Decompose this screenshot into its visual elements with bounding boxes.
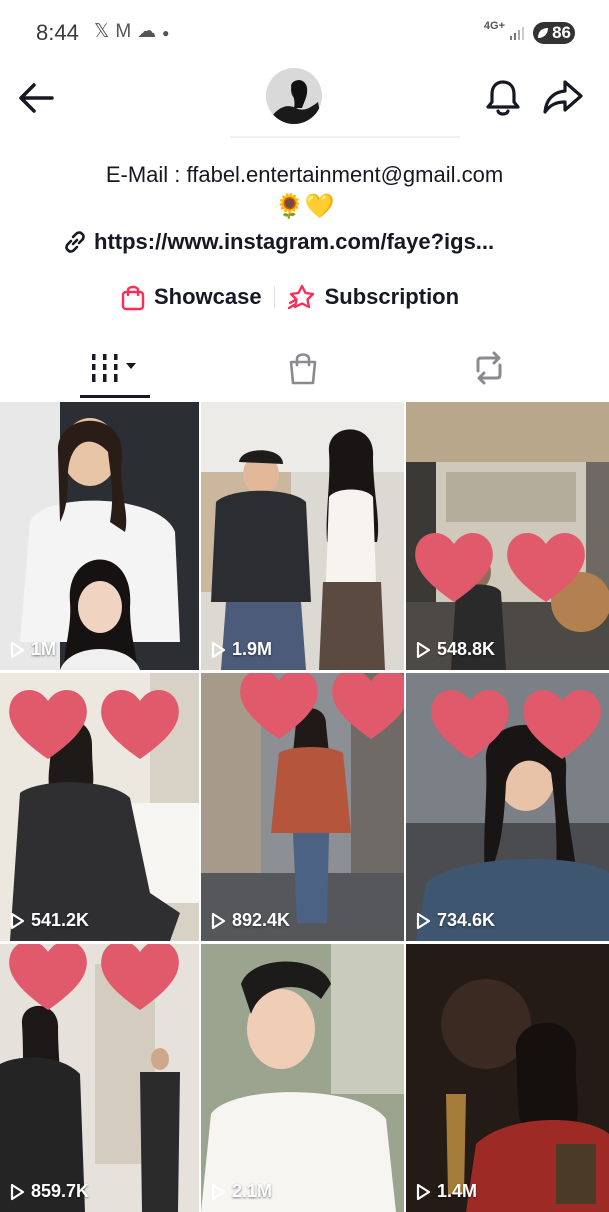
play-icon: [211, 912, 226, 929]
feature-divider: [273, 286, 275, 308]
play-icon: [416, 641, 431, 658]
bio-link[interactable]: https://www.instagram.com/faye?igs...: [62, 226, 494, 258]
network-type: 4G+: [483, 20, 505, 32]
tab-reposts[interactable]: [456, 338, 522, 398]
showcase-button[interactable]: Showcase: [120, 283, 262, 311]
notification-button[interactable]: [480, 74, 526, 120]
battery-level: 86: [552, 23, 571, 42]
view-count: 541.2K: [8, 910, 89, 931]
tab-videos[interactable]: [80, 338, 150, 398]
video-thumbnail[interactable]: 892.4K: [201, 673, 404, 941]
view-count-label: 892.4K: [232, 910, 291, 930]
video-thumbnail[interactable]: 1M: [0, 402, 199, 670]
play-icon: [10, 912, 25, 929]
heart-sticker: [9, 944, 179, 1010]
view-count: 859.7K: [8, 1181, 89, 1202]
view-count-label: 1M: [31, 639, 57, 659]
grid-bars-icon: [92, 354, 136, 382]
play-icon: [10, 641, 25, 658]
video-thumbnail[interactable]: 548.8K: [406, 402, 609, 670]
view-count: 1.9M: [209, 639, 272, 660]
thumbnail-image: [201, 944, 404, 1212]
play-icon: [211, 641, 226, 658]
profile-features: Showcase Subscription: [120, 280, 459, 314]
view-count-label: 548.8K: [437, 639, 496, 659]
shopping-bag-icon: [121, 285, 145, 311]
bio-email: E-Mail : ffabel.entertainment@gmail.com: [105, 162, 504, 187]
back-button[interactable]: [14, 76, 58, 120]
battery-indicator: 86: [533, 22, 575, 44]
shopping-bag-icon: [289, 353, 317, 385]
repost-icon: [476, 351, 502, 385]
play-icon: [211, 1183, 226, 1200]
play-icon: [10, 1183, 25, 1200]
view-count: 1.4M: [414, 1181, 477, 1202]
dot-icon: ●: [162, 26, 176, 40]
video-thumbnail[interactable]: 859.7K: [0, 944, 199, 1212]
heart-sticker: [431, 689, 601, 759]
video-thumbnail[interactable]: 1.9M: [201, 402, 404, 670]
subscription-button[interactable]: Subscription: [287, 283, 459, 311]
view-count-label: 1.4M: [437, 1181, 478, 1201]
profile-avatar[interactable]: [266, 68, 322, 124]
status-time: 8:44: [36, 20, 79, 45]
view-count: 734.6K: [414, 910, 495, 931]
view-count-label: 1.9M: [232, 639, 273, 659]
bell-icon: [486, 80, 520, 116]
play-icon: [416, 1183, 431, 1200]
view-count: 2.1M: [209, 1181, 272, 1202]
thumbnail-image: [0, 402, 199, 670]
active-tab-indicator: [80, 395, 150, 398]
x-logo-icon: 𝕏: [94, 21, 116, 42]
subscription-label: Subscription: [324, 284, 460, 309]
view-count: 1M: [8, 639, 56, 660]
caret-down-icon: [126, 363, 136, 369]
avatar-image: [266, 68, 322, 124]
status-bar: 8:44 𝕏M☁● 4G+ 86: [0, 0, 609, 66]
heart-sticker: [9, 689, 179, 759]
profile-tabs: [0, 338, 609, 400]
link-icon: [65, 231, 85, 253]
star-badge-icon: [287, 284, 314, 310]
showcase-label: Showcase: [154, 284, 262, 309]
thumbnail-image: [201, 402, 404, 670]
view-count-label: 541.2K: [31, 910, 90, 930]
play-icon: [416, 912, 431, 929]
view-count-label: 734.6K: [437, 910, 496, 930]
heart-sticker: [415, 532, 585, 602]
video-thumbnail[interactable]: 541.2K: [0, 673, 199, 941]
signal-icon: [510, 27, 524, 40]
notification-icons: 𝕏M☁●: [94, 20, 175, 43]
bio-emoji: 🌻💛: [274, 193, 335, 220]
thumbnail-image: [406, 944, 609, 1212]
cloud-icon: ☁: [137, 21, 163, 42]
view-count-label: 859.7K: [31, 1181, 90, 1201]
tab-shop[interactable]: [270, 338, 336, 398]
gmail-icon: M: [115, 21, 138, 42]
video-thumbnail[interactable]: 2.1M: [201, 944, 404, 1212]
video-thumbnail[interactable]: 734.6K: [406, 673, 609, 941]
share-button[interactable]: [540, 74, 586, 120]
heart-sticker: [240, 673, 404, 739]
view-count: 892.4K: [209, 910, 290, 931]
view-count: 548.8K: [414, 639, 495, 660]
header-divider: [230, 136, 460, 138]
leaf-icon: [538, 28, 548, 38]
share-arrow-icon: [543, 80, 583, 114]
arrow-left-icon: [19, 83, 54, 113]
video-thumbnail[interactable]: 1.4M: [406, 944, 609, 1212]
view-count-label: 2.1M: [232, 1181, 273, 1201]
bio-link-text: https://www.instagram.com/faye?igs...: [94, 229, 495, 254]
